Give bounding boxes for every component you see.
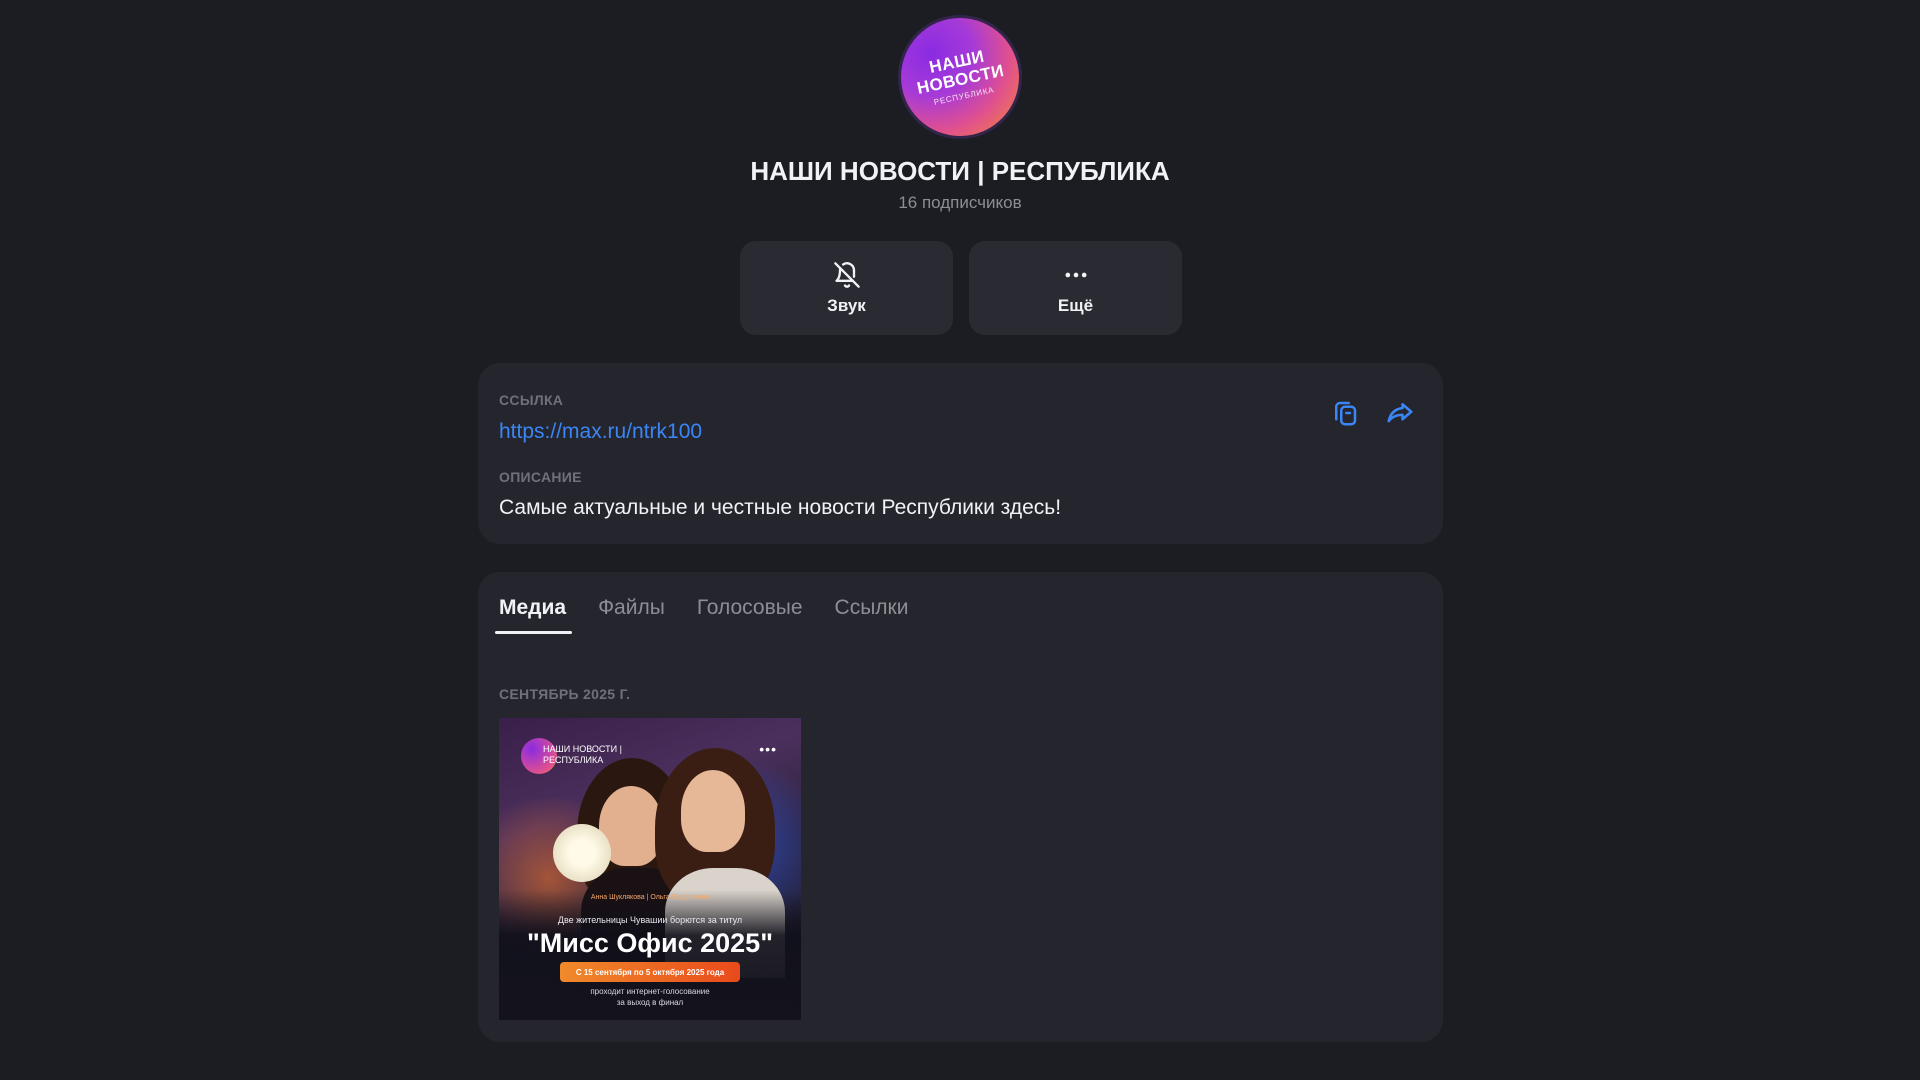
more-button[interactable]: Ещё: [969, 241, 1182, 335]
bell-off-icon: [832, 260, 862, 290]
subscriber-count: 16 подписчиков: [898, 193, 1022, 212]
sound-button-label: Звук: [827, 296, 866, 315]
thumbnail-dots-icon: •••: [759, 741, 777, 757]
tab-media[interactable]: Медиа: [494, 596, 573, 634]
link-label: ССЫЛКА: [499, 392, 564, 408]
share-link-button[interactable]: [1382, 397, 1418, 433]
channel-link[interactable]: https://max.ru/ntrk100: [499, 420, 702, 444]
media-thumbnail[interactable]: НАШИ НОВОСТИ | РЕСПУБЛИКА ••• Анна Шукля…: [499, 718, 801, 1020]
more-dots-icon: [1061, 260, 1091, 290]
tab-voice[interactable]: Голосовые: [697, 596, 803, 634]
channel-profile-page: НАШИ НОВОСТИ РЕСПУБЛИКА НАШИ НОВОСТИ | Р…: [0, 0, 1920, 1080]
thumbnail-footer-text: проходит интернет-голосование за выход в…: [499, 986, 801, 1008]
description-label: ОПИСАНИЕ: [499, 469, 582, 485]
copy-link-button[interactable]: [1327, 397, 1363, 433]
thumbnail-footer-line-1: проходит интернет-голосование: [590, 987, 710, 996]
thumbnail-flower-bouquet: [553, 824, 611, 882]
channel-description: Самые актуальные и честные новости Респу…: [499, 496, 1062, 519]
media-month-header: СЕНТЯБРЬ 2025 Г.: [499, 686, 631, 702]
thumbnail-footer-line-2: за выход в финал: [616, 998, 684, 1007]
thumbnail-date-pill: С 15 сентября по 5 октября 2025 года: [560, 962, 740, 982]
channel-info-card: ССЫЛКА https://max.ru/ntrk100 ОПИСАНИЕ С…: [478, 363, 1443, 544]
shared-media-card: Медиа Файлы Голосовые Ссылки СЕНТЯБРЬ 20…: [478, 572, 1443, 1042]
thumbnail-pre-title: Две жительницы Чувашии борются за титул: [557, 915, 743, 925]
sound-button[interactable]: Звук: [740, 241, 953, 335]
tab-files[interactable]: Файлы: [598, 596, 665, 634]
channel-title: НАШИ НОВОСТИ | РЕСПУБЛИКА: [750, 156, 1170, 186]
thumbnail-person-right-face: [681, 770, 745, 852]
channel-avatar: НАШИ НОВОСТИ РЕСПУБЛИКА: [890, 7, 1030, 147]
more-button-label: Ещё: [1057, 296, 1094, 315]
thumbnail-names: Анна Шуклякова | Ольга Грядовкина: [590, 894, 710, 901]
share-icon: [1385, 398, 1415, 433]
tab-links[interactable]: Ссылки: [835, 596, 909, 634]
copy-icon: [1330, 398, 1360, 433]
thumbnail-main-title: "Мисс Офис 2025": [526, 928, 774, 958]
media-tabs: Медиа Файлы Голосовые Ссылки: [494, 596, 940, 634]
